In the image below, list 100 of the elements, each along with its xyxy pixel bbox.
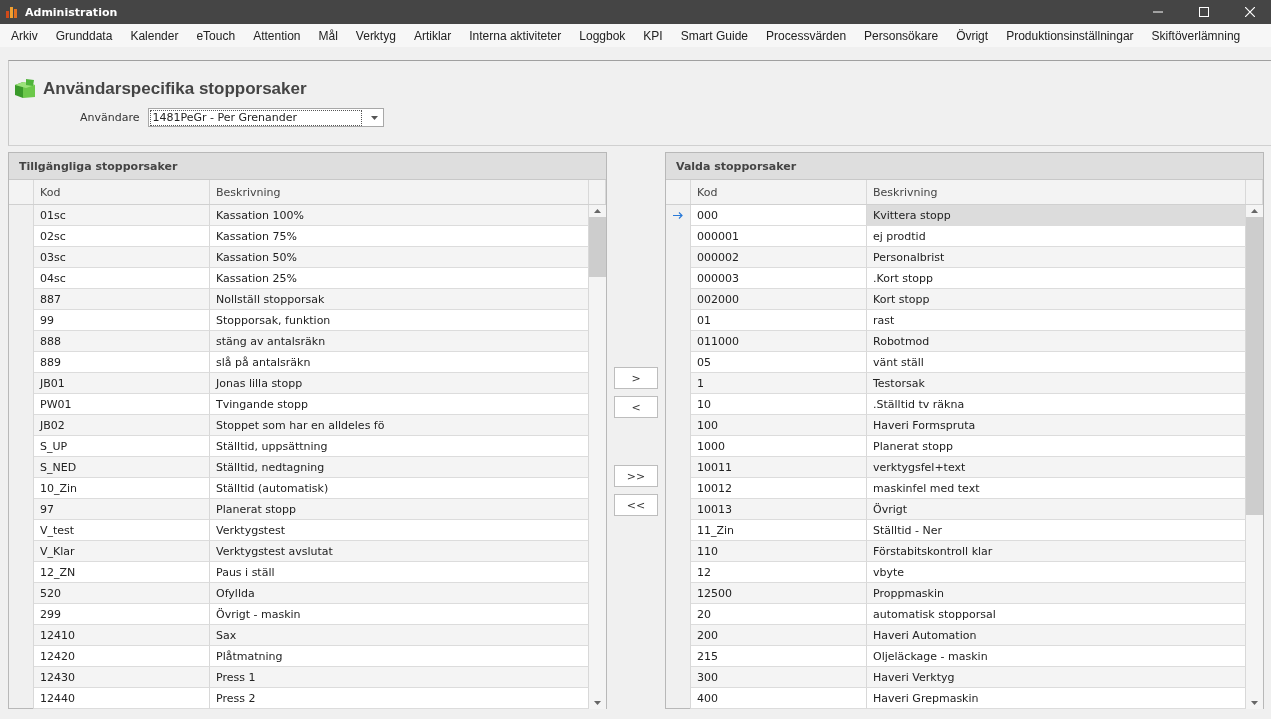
table-cell[interactable]: Oljeläckage - maskin (867, 646, 1246, 667)
table-cell[interactable]: 01sc (34, 205, 210, 226)
table-cell[interactable]: 520 (34, 583, 210, 604)
table-cell[interactable]: Förstabitskontroll klar (867, 541, 1246, 562)
table-cell[interactable]: Ställtid, nedtagning (210, 457, 589, 478)
menu-item[interactable]: Mål (309, 28, 347, 43)
table-cell[interactable]: Kassation 75% (210, 226, 589, 247)
table-cell[interactable]: Nollställ stopporsak (210, 289, 589, 310)
column-header[interactable]: Beskrivning (867, 180, 1246, 204)
table-cell[interactable]: Haveri Formspruta (867, 415, 1246, 436)
table-cell[interactable]: 12_ZN (34, 562, 210, 583)
table-cell[interactable]: Planerat stopp (867, 436, 1246, 457)
table-cell[interactable]: 99 (34, 310, 210, 331)
table-cell[interactable]: rast (867, 310, 1246, 331)
table-cell[interactable]: 10_Zin (34, 478, 210, 499)
menu-item[interactable]: Produktionsinställningar (997, 28, 1143, 43)
table-cell[interactable]: 1000 (691, 436, 867, 457)
table-cell[interactable]: 05 (691, 352, 867, 373)
table-cell[interactable]: 01 (691, 310, 867, 331)
table-cell[interactable]: 10011 (691, 457, 867, 478)
table-cell[interactable]: Press 1 (210, 667, 589, 688)
table-cell[interactable]: 12410 (34, 625, 210, 646)
table-cell[interactable]: 299 (34, 604, 210, 625)
menu-item[interactable]: Smart Guide (671, 28, 758, 43)
table-cell[interactable]: Ställtid, uppsättning (210, 436, 589, 457)
table-cell[interactable]: 11_Zin (691, 520, 867, 541)
table-cell[interactable]: Stoppet som har en alldeles fö (210, 415, 589, 436)
menu-item[interactable]: Skiftöverlämning (1142, 28, 1250, 43)
table-cell[interactable]: verktygsfel+text (867, 457, 1246, 478)
table-cell[interactable]: 20 (691, 604, 867, 625)
table-cell[interactable]: 10 (691, 394, 867, 415)
table-cell[interactable]: 100 (691, 415, 867, 436)
table-cell[interactable]: JB01 (34, 373, 210, 394)
menu-item[interactable]: Kalender (121, 28, 188, 43)
table-cell[interactable]: 000 (691, 205, 867, 226)
table-cell[interactable]: 200 (691, 625, 867, 646)
table-cell[interactable]: Haveri Grepmaskin (867, 688, 1246, 709)
table-cell[interactable]: 12500 (691, 583, 867, 604)
menu-item[interactable]: Interna aktiviteter (460, 28, 571, 43)
table-cell[interactable]: 000001 (691, 226, 867, 247)
scroll-up-icon[interactable] (594, 209, 601, 213)
menu-item[interactable]: Personsökare (855, 28, 948, 43)
table-cell[interactable]: stäng av antalsräkn (210, 331, 589, 352)
table-cell[interactable]: 000003 (691, 268, 867, 289)
table-cell[interactable]: 300 (691, 667, 867, 688)
table-cell[interactable]: 215 (691, 646, 867, 667)
table-cell[interactable]: JB02 (34, 415, 210, 436)
transfer-button[interactable]: >> (614, 465, 658, 487)
menu-item[interactable]: Attention (244, 28, 310, 43)
table-cell[interactable]: S_UP (34, 436, 210, 457)
menu-item[interactable]: Artiklar (404, 28, 461, 43)
menu-item[interactable]: Övrigt (947, 28, 998, 43)
table-cell[interactable]: 110 (691, 541, 867, 562)
close-icon[interactable] (1245, 7, 1255, 17)
table-cell[interactable]: Proppmaskin (867, 583, 1246, 604)
table-cell[interactable]: Jonas lilla stopp (210, 373, 589, 394)
table-cell[interactable]: 011000 (691, 331, 867, 352)
table-cell[interactable]: 02sc (34, 226, 210, 247)
table-cell[interactable]: V_test (34, 520, 210, 541)
table-cell[interactable]: 10012 (691, 478, 867, 499)
scroll-up-icon[interactable] (1251, 209, 1258, 213)
table-cell[interactable]: Personalbrist (867, 247, 1246, 268)
table-cell[interactable]: Planerat stopp (210, 499, 589, 520)
menu-item[interactable]: KPI (634, 28, 672, 43)
table-cell[interactable]: Sax (210, 625, 589, 646)
table-cell[interactable]: vänt ställ (867, 352, 1246, 373)
table-cell[interactable]: V_Klar (34, 541, 210, 562)
table-cell[interactable]: Paus i ställ (210, 562, 589, 583)
table-cell[interactable]: .Kort stopp (867, 268, 1246, 289)
table-cell[interactable]: 12440 (34, 688, 210, 709)
table-cell[interactable]: Verktygstest avslutat (210, 541, 589, 562)
menu-item[interactable]: Verktyg (346, 28, 405, 43)
transfer-button[interactable]: > (614, 367, 658, 389)
table-cell[interactable]: 000002 (691, 247, 867, 268)
maximize-icon[interactable] (1199, 7, 1209, 17)
scroll-down-icon[interactable] (1251, 701, 1258, 705)
table-cell[interactable]: 888 (34, 331, 210, 352)
menu-item[interactable]: Grunddata (46, 28, 122, 43)
table-cell[interactable]: PW01 (34, 394, 210, 415)
transfer-button[interactable]: < (614, 396, 658, 418)
column-header[interactable]: Beskrivning (210, 180, 589, 204)
table-cell[interactable]: 12 (691, 562, 867, 583)
table-cell[interactable]: Press 2 (210, 688, 589, 709)
table-cell[interactable]: 1 (691, 373, 867, 394)
table-cell[interactable]: slå på antalsräkn (210, 352, 589, 373)
table-cell[interactable]: Robotmod (867, 331, 1246, 352)
table-cell[interactable]: Kassation 100% (210, 205, 589, 226)
table-cell[interactable]: 10013 (691, 499, 867, 520)
table-cell[interactable]: Verktygstest (210, 520, 589, 541)
menu-item[interactable]: Loggbok (570, 28, 635, 43)
table-cell[interactable]: Ställtid (automatisk) (210, 478, 589, 499)
table-cell[interactable]: vbyte (867, 562, 1246, 583)
menu-item[interactable]: Arkiv (2, 28, 47, 43)
table-cell[interactable]: Haveri Verktyg (867, 667, 1246, 688)
table-cell[interactable]: Kort stopp (867, 289, 1246, 310)
scrollbar-thumb[interactable] (589, 217, 606, 277)
user-dropdown[interactable]: 1481PeGr - Per Grenander (147, 108, 384, 127)
table-cell[interactable]: 887 (34, 289, 210, 310)
table-cell[interactable]: Kassation 25% (210, 268, 589, 289)
table-cell[interactable]: Tvingande stopp (210, 394, 589, 415)
